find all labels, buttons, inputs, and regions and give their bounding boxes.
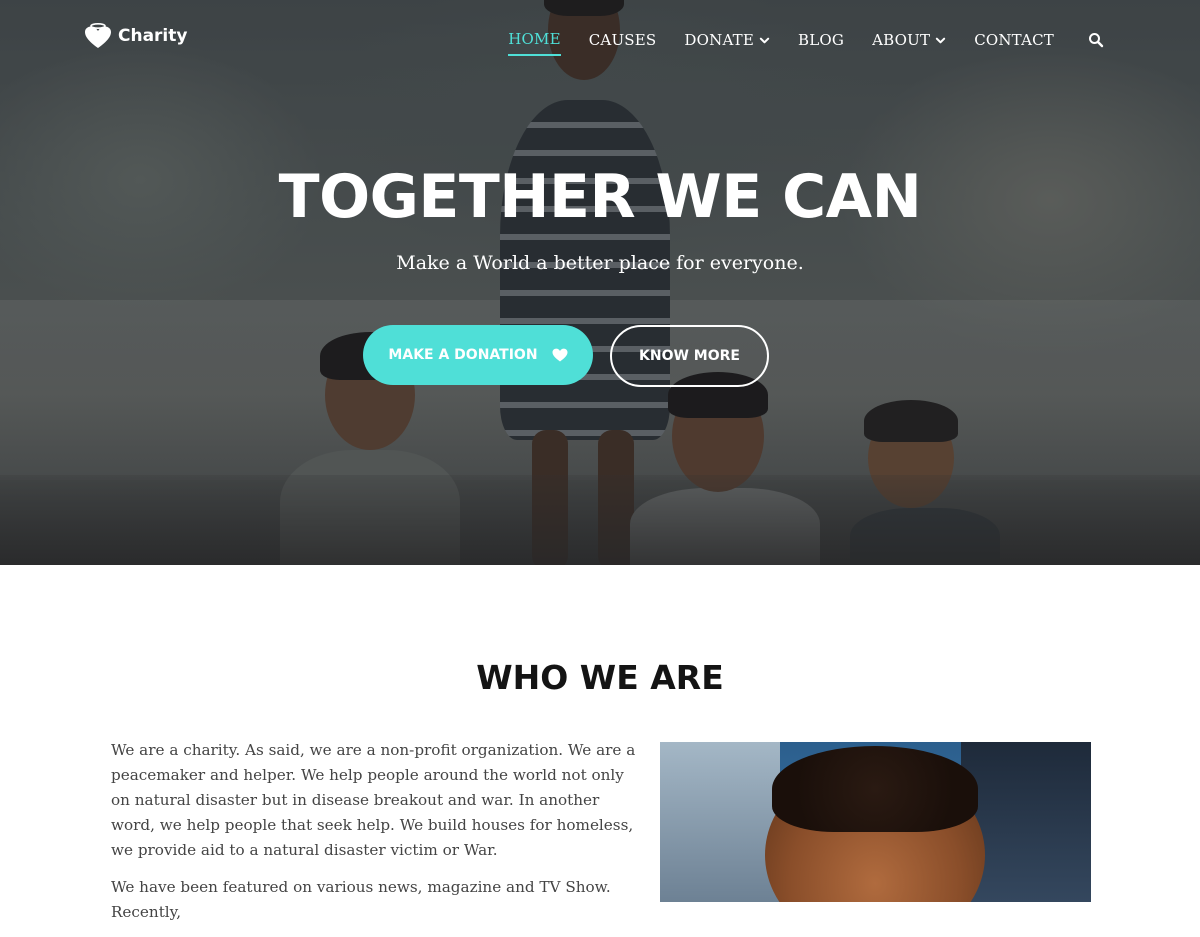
nav-item-about[interactable]: ABOUT [872,31,946,55]
nav-item-label: DONATE [684,31,755,49]
nav-item-home[interactable]: HOME [508,30,561,56]
hero-section: Charity HOME CAUSES DONATE BLOG ABOUT CO… [0,0,1200,565]
chevron-down-icon [759,37,770,43]
make-donation-label: MAKE A DONATION [388,347,538,363]
hero-title: TOGETHER WE CAN [278,162,922,232]
nav-item-label: BLOG [798,31,845,49]
top-navigation: Charity HOME CAUSES DONATE BLOG ABOUT CO… [0,0,1200,78]
heart-halo-icon [84,22,112,50]
nav-item-label: CONTACT [974,31,1054,49]
about-paragraph: We are a charity. As said, we are a non-… [111,741,636,859]
main-menu: HOME CAUSES DONATE BLOG ABOUT CONTACT [508,30,1104,56]
nav-item-label: ABOUT [872,31,931,49]
nav-item-label: CAUSES [588,31,657,49]
brand-logo[interactable]: Charity [84,22,187,50]
know-more-label: KNOW MORE [639,348,740,364]
search-icon[interactable] [1088,32,1104,48]
brand-name: Charity [118,26,188,46]
about-title: WHO WE ARE [476,658,724,697]
heart-icon [552,348,568,362]
about-photo [660,742,1091,902]
nav-item-contact[interactable]: CONTACT [974,31,1054,55]
about-text: We are a charity. As said, we are a non-… [111,738,641,937]
nav-item-blog[interactable]: BLOG [798,31,844,55]
nav-item-donate[interactable]: DONATE [684,31,770,55]
hero-subtitle: Make a World a better place for everyone… [396,252,804,274]
make-donation-button[interactable]: MAKE A DONATION [363,325,593,385]
know-more-button[interactable]: KNOW MORE [610,325,769,387]
about-paragraph: We have been featured on various news, m… [111,878,611,921]
chevron-down-icon [936,37,946,43]
nav-item-causes[interactable]: CAUSES [589,31,657,55]
hero-overlay [0,0,1200,565]
nav-item-label: HOME [508,30,561,48]
